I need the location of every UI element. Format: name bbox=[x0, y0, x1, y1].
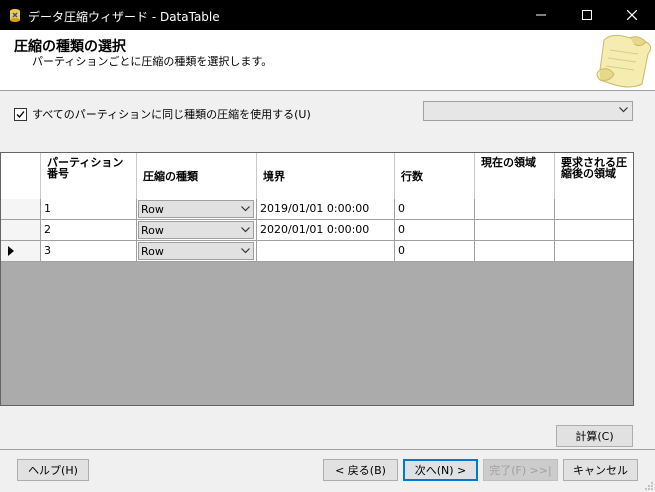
current-row-arrow-icon bbox=[8, 246, 14, 256]
back-button[interactable]: < 戻る(B) bbox=[323, 459, 398, 481]
column-header-compression[interactable]: 圧縮の種類 bbox=[137, 153, 257, 199]
grid-header: パーティション番号 圧縮の種類 境界 行数 現在の領域 要求される圧縮後の領域 bbox=[1, 153, 633, 200]
calculate-button[interactable]: 計算(C) bbox=[556, 425, 633, 447]
wizard-header: 圧縮の種類の選択 パーティションごとに圧縮の種類を選択します。 bbox=[0, 30, 655, 91]
same-compression-label: すべてのパーティションに同じ種類の圧縮を使用する(U) bbox=[32, 108, 311, 121]
finish-button[interactable]: 完了(F) >>| bbox=[483, 459, 558, 481]
maximize-icon bbox=[582, 10, 592, 20]
help-button[interactable]: ヘルプ(H) bbox=[17, 459, 89, 481]
chevron-down-icon bbox=[241, 248, 250, 254]
row-count-cell[interactable]: 0 bbox=[395, 220, 475, 241]
boundary-cell[interactable]: 2020/01/01 0:00:00 bbox=[257, 220, 395, 241]
table-row[interactable]: 1 Row 2019/01/01 0:00:00 0 bbox=[1, 199, 633, 220]
resize-grip-icon[interactable] bbox=[645, 482, 653, 490]
current-space-cell[interactable] bbox=[475, 220, 555, 241]
row-header-corner bbox=[1, 153, 41, 199]
window-title: データ圧縮ウィザード - DataTable bbox=[28, 10, 220, 24]
partition-grid[interactable]: パーティション番号 圧縮の種類 境界 行数 現在の領域 要求される圧縮後の領域 … bbox=[0, 152, 634, 406]
requested-space-cell[interactable] bbox=[555, 199, 633, 220]
minimize-button[interactable] bbox=[518, 0, 564, 30]
compression-type-cell[interactable]: Row bbox=[137, 199, 257, 220]
table-row[interactable]: 2 Row 2020/01/01 0:00:00 0 bbox=[1, 220, 633, 241]
boundary-cell[interactable] bbox=[257, 241, 395, 262]
partition-number-cell[interactable]: 3 bbox=[41, 241, 137, 262]
checkmark-icon bbox=[16, 110, 25, 118]
compression-type-cell[interactable]: Row bbox=[137, 241, 257, 262]
title-bar: データ圧縮ウィザード - DataTable bbox=[0, 0, 655, 30]
app-icon bbox=[10, 9, 20, 22]
partition-number-cell[interactable]: 1 bbox=[41, 199, 137, 220]
scroll-icon bbox=[596, 34, 652, 88]
column-header-current-space[interactable]: 現在の領域 bbox=[475, 153, 555, 199]
same-compression-option[interactable]: すべてのパーティションに同じ種類の圧縮を使用する(U) bbox=[14, 106, 311, 122]
requested-space-cell[interactable] bbox=[555, 220, 633, 241]
same-compression-checkbox[interactable] bbox=[14, 107, 27, 121]
boundary-cell[interactable]: 2019/01/01 0:00:00 bbox=[257, 199, 395, 220]
minimize-icon bbox=[536, 14, 546, 16]
partition-number-cell[interactable]: 2 bbox=[41, 220, 137, 241]
current-space-cell[interactable] bbox=[475, 199, 555, 220]
divider bbox=[0, 449, 655, 450]
chevron-down-icon bbox=[241, 206, 250, 212]
close-icon bbox=[627, 10, 637, 20]
row-header[interactable] bbox=[1, 199, 41, 220]
row-count-cell[interactable]: 0 bbox=[395, 199, 475, 220]
chevron-down-icon bbox=[241, 227, 250, 233]
column-header-requested-space[interactable]: 要求される圧縮後の領域 bbox=[555, 153, 633, 199]
column-header-row-count[interactable]: 行数 bbox=[395, 153, 475, 199]
cancel-button[interactable]: キャンセル bbox=[563, 459, 638, 481]
next-button[interactable]: 次へ(N) > bbox=[403, 459, 478, 481]
chevron-down-icon bbox=[619, 107, 628, 113]
current-space-cell[interactable] bbox=[475, 241, 555, 262]
compression-type-cell[interactable]: Row bbox=[137, 220, 257, 241]
row-count-cell[interactable]: 0 bbox=[395, 241, 475, 262]
page-subtitle: パーティションごとに圧縮の種類を選択します。 bbox=[32, 55, 273, 68]
column-header-partition[interactable]: パーティション番号 bbox=[41, 153, 137, 199]
column-header-boundary[interactable]: 境界 bbox=[257, 153, 395, 199]
close-button[interactable] bbox=[609, 0, 655, 30]
maximize-button[interactable] bbox=[564, 0, 610, 30]
compression-type-select[interactable] bbox=[423, 101, 633, 121]
row-header[interactable] bbox=[1, 220, 41, 241]
row-header-current[interactable] bbox=[1, 241, 41, 262]
table-row[interactable]: 3 Row 0 bbox=[1, 241, 633, 262]
requested-space-cell[interactable] bbox=[555, 241, 633, 262]
